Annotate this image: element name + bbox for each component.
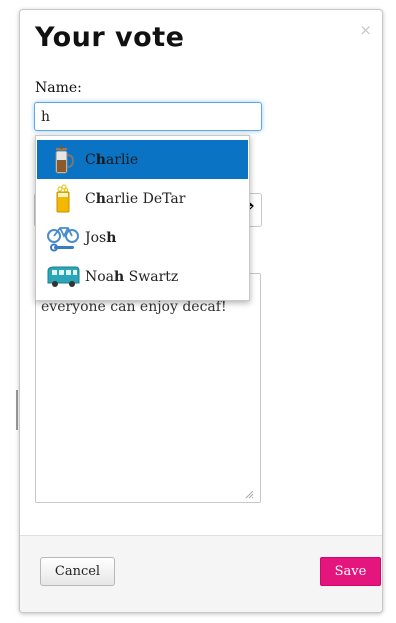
dialog-title: Your vote <box>35 22 185 53</box>
save-button[interactable]: Save <box>320 557 381 586</box>
vote-dialog: Your vote × Name: not everyone drinks it… <box>19 9 383 613</box>
autocomplete-item[interactable]: Noah Swartz <box>37 257 248 296</box>
bicycle-wrench-icon <box>45 223 81 253</box>
bus-icon <box>45 262 81 292</box>
autocomplete-item[interactable]: Josh <box>37 218 248 257</box>
name-label: Name: <box>35 80 82 96</box>
close-icon[interactable]: × <box>359 21 372 39</box>
autocomplete-item[interactable]: Charlie <box>37 140 248 179</box>
french-press-icon <box>45 144 81 175</box>
backdrop-edge <box>16 390 18 430</box>
beer-glass-icon <box>45 184 81 214</box>
name-input[interactable] <box>34 102 262 131</box>
autocomplete-dropdown: Charlie Charlie DeTar Josh Noah Swartz <box>35 135 250 301</box>
autocomplete-item[interactable]: Charlie DeTar <box>37 179 248 218</box>
cancel-button[interactable]: Cancel <box>40 557 115 586</box>
resize-grip-icon[interactable] <box>244 489 254 499</box>
